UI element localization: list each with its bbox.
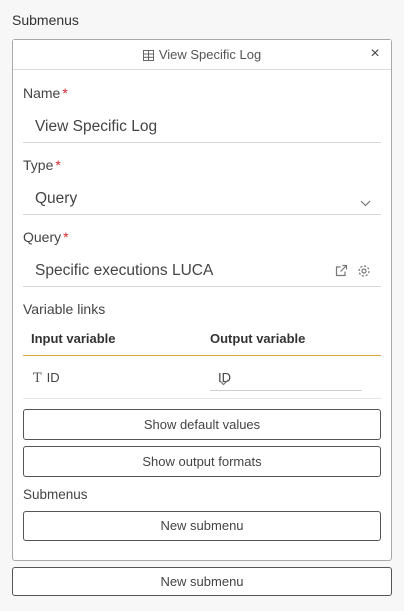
query-field[interactable]: Specific executions LUCA bbox=[23, 253, 381, 287]
name-label: Name * bbox=[23, 85, 68, 101]
submenu-panel: View Specific Log × Name * View Specific … bbox=[12, 39, 392, 561]
close-icon[interactable]: × bbox=[367, 45, 383, 63]
input-variable-header: Input variable bbox=[31, 331, 116, 346]
external-link-icon[interactable] bbox=[335, 264, 348, 283]
required-marker: * bbox=[63, 229, 69, 245]
panel-header: View Specific Log × bbox=[13, 40, 391, 70]
type-value: Query bbox=[35, 190, 78, 207]
query-label-text: Query bbox=[23, 229, 62, 245]
required-marker: * bbox=[62, 85, 68, 101]
input-variable-cell: T ID bbox=[33, 370, 60, 386]
new-submenu-button[interactable]: New submenu bbox=[23, 511, 381, 541]
variable-table-header: Input variable Output variable bbox=[23, 322, 381, 356]
submenus-label: Submenus bbox=[23, 487, 88, 502]
table-icon bbox=[142, 49, 154, 64]
required-marker: * bbox=[55, 157, 61, 173]
show-default-values-button[interactable]: Show default values bbox=[23, 409, 381, 440]
output-variable-header: Output variable bbox=[210, 331, 306, 346]
new-submenu-button-outer[interactable]: New submenu bbox=[12, 567, 392, 596]
name-value: View Specific Log bbox=[35, 118, 158, 135]
variable-links-label: Variable links bbox=[23, 301, 106, 317]
chevron-down-icon[interactable] bbox=[360, 194, 371, 212]
section-title: Submenus bbox=[12, 12, 79, 28]
panel-title[interactable]: View Specific Log bbox=[13, 47, 391, 64]
type-label-text: Type bbox=[23, 157, 54, 173]
gear-icon[interactable] bbox=[357, 264, 371, 283]
type-label: Type * bbox=[23, 157, 61, 173]
query-label: Query * bbox=[23, 229, 69, 245]
show-output-formats-button[interactable]: Show output formats bbox=[23, 446, 381, 477]
output-variable-select[interactable]: ID bbox=[210, 364, 362, 391]
panel-title-text: View Specific Log bbox=[158, 47, 262, 62]
text-type-icon: T bbox=[33, 371, 42, 386]
query-value: Specific executions LUCA bbox=[35, 262, 214, 279]
chevron-down-icon[interactable] bbox=[218, 374, 354, 389]
type-select[interactable]: Query bbox=[23, 181, 381, 215]
name-field[interactable]: View Specific Log bbox=[23, 109, 381, 143]
name-label-text: Name bbox=[23, 85, 61, 101]
input-variable-value: ID bbox=[46, 370, 60, 385]
table-row: T ID ID bbox=[23, 356, 381, 399]
